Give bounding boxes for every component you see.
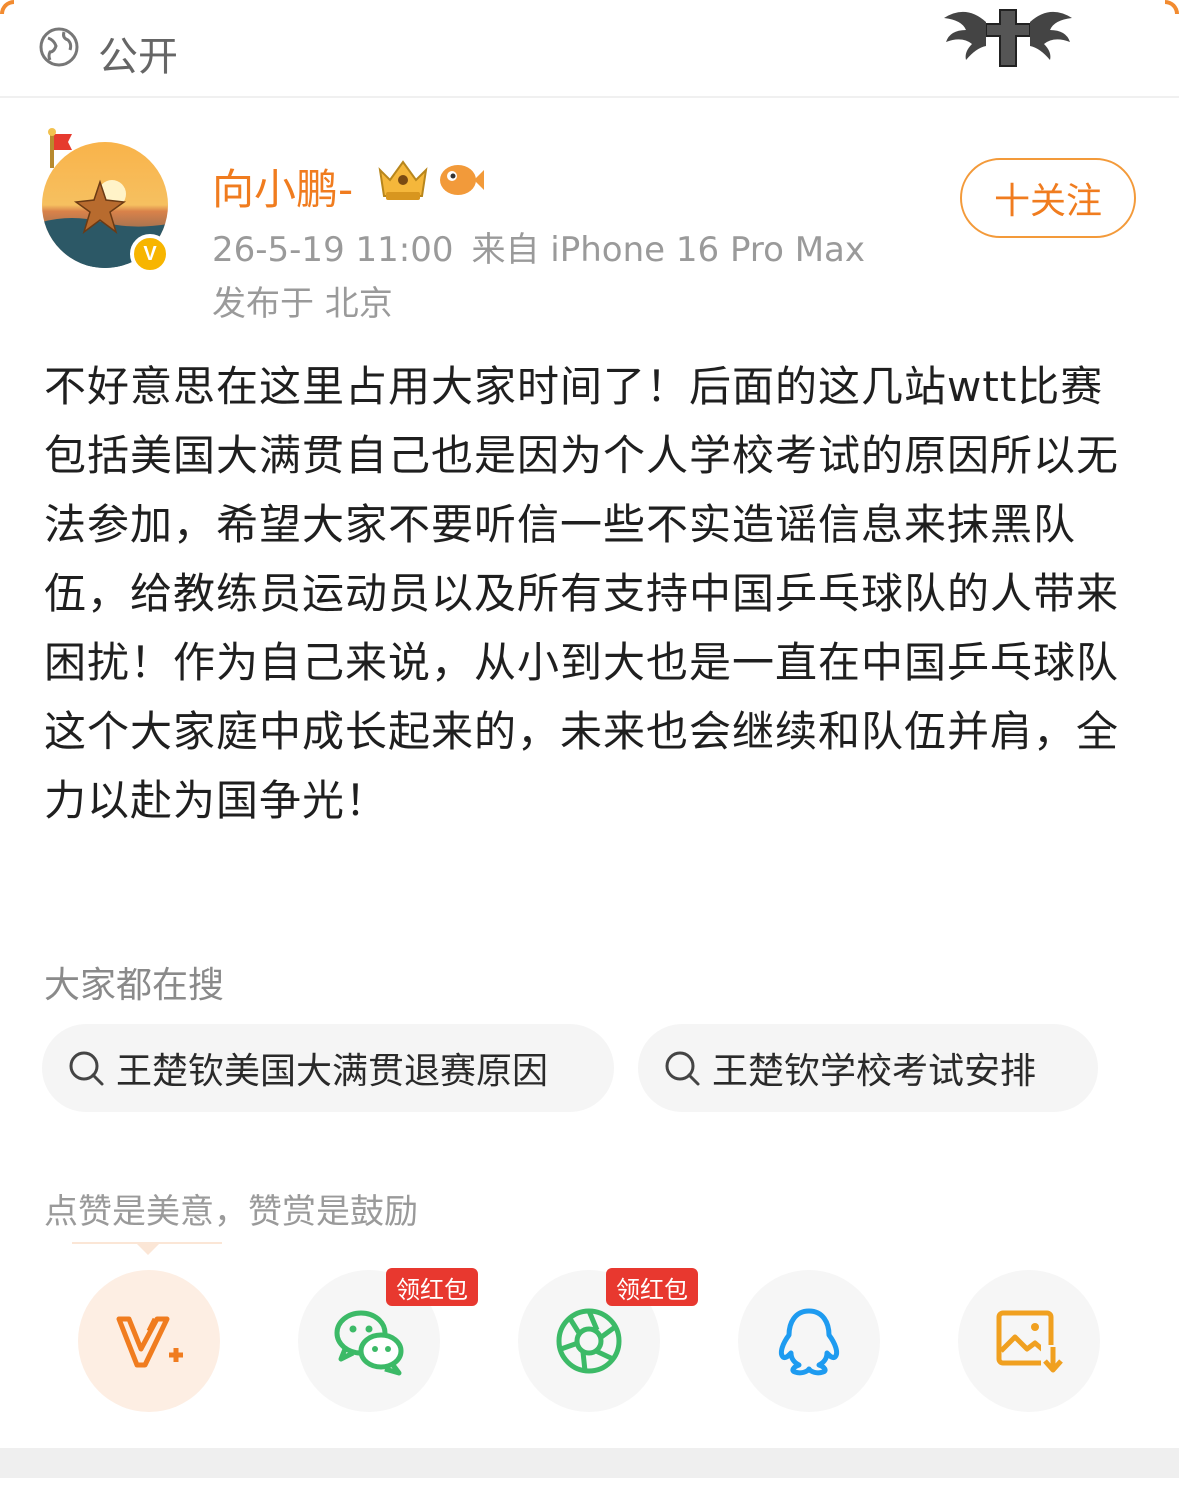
vplus-reward-icon — [116, 1316, 183, 1368]
moments-icon — [556, 1308, 622, 1374]
post-timestamp: 26-5-19 11:00 — [212, 230, 454, 270]
pointer-tip — [136, 1243, 160, 1255]
crown-badge-icon[interactable] — [376, 156, 430, 202]
flag-decoration-icon — [48, 128, 72, 168]
author-name[interactable]: 向小鹏- — [212, 156, 353, 217]
post-meta: 26-5-19 11:00 来自 iPhone 16 Pro Max — [212, 222, 865, 271]
top-bar: 公开 — [0, 0, 1179, 98]
frame-corner-left — [0, 0, 14, 14]
post-location: 发布于 北京 — [212, 284, 393, 324]
post-text: 不好意思在这里占用大家时间了！后面的这几站wtt比赛包括美国大满贯自己也是因为个… — [44, 362, 1120, 825]
red-packet-badge: 领红包 — [606, 1268, 698, 1306]
frame-corner-right — [1165, 0, 1179, 14]
search-icon — [69, 1051, 104, 1086]
trending-chip[interactable]: 王楚钦学校考试安排 — [638, 1024, 1098, 1112]
post-source: 来自 iPhone 16 Pro Max — [471, 230, 866, 270]
wechat-icon — [334, 1310, 404, 1376]
fish-badge-icon[interactable] — [436, 158, 484, 200]
reward-note: 点赞是美意，赞赏是鼓励 — [44, 1192, 418, 1232]
save-image-button[interactable] — [958, 1270, 1100, 1412]
trending-chip[interactable]: 王楚钦美国大满贯退赛原因 — [42, 1024, 614, 1112]
bottom-divider — [0, 1448, 1179, 1478]
reward-button[interactable] — [78, 1270, 220, 1412]
red-packet-badge: 领红包 — [386, 1268, 478, 1306]
trending-heading: 大家都在搜 — [44, 965, 225, 1006]
globe-icon — [39, 27, 79, 67]
search-icon — [665, 1051, 700, 1086]
save-image-icon — [996, 1310, 1063, 1375]
follow-button[interactable]: 十关注 — [960, 158, 1136, 238]
verified-badge: V — [130, 234, 170, 274]
qq-icon — [778, 1308, 840, 1376]
trending-chip-label: 王楚钦美国大满贯退赛原因 — [116, 1051, 549, 1092]
visibility-label[interactable]: 公开 — [98, 24, 178, 82]
winged-cross-emblem — [944, 9, 1072, 67]
share-qq-button[interactable] — [738, 1270, 880, 1412]
trending-chip-label: 王楚钦学校考试安排 — [712, 1051, 1037, 1092]
